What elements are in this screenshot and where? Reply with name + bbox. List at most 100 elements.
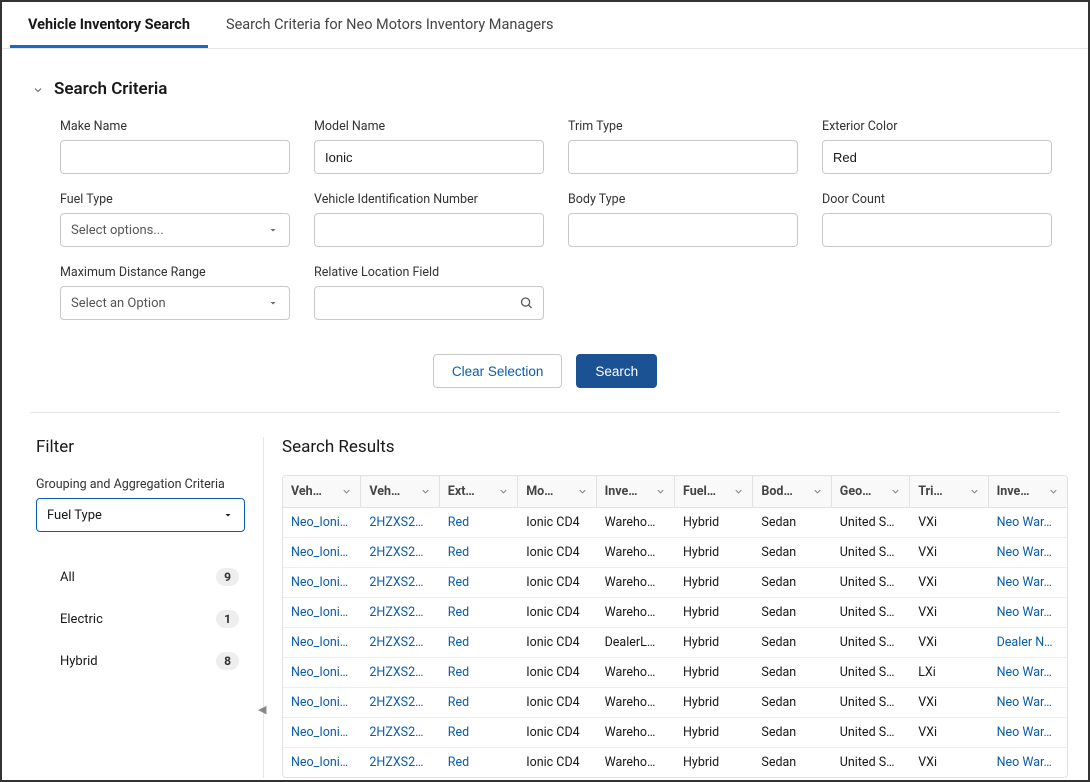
cell-link[interactable]: Neo War… [989,658,1067,687]
collapse-left-icon[interactable]: ◀ [258,703,266,716]
cell-link[interactable]: Neo War… [989,718,1067,747]
column-header[interactable]: Ext… [440,476,518,507]
filter-item-count: 1 [216,610,239,628]
cell-link[interactable]: Neo War… [989,508,1067,537]
cell-link[interactable]: Red [440,628,518,657]
cell-link[interactable]: 2HZXS2… [361,748,439,777]
chevron-down-icon [655,486,666,497]
input-relative-location[interactable] [314,286,544,320]
cell-link[interactable]: Red [440,688,518,717]
filter-item[interactable]: Hybrid8 [36,640,245,682]
filter-item[interactable]: All 9 [36,556,245,598]
column-header-label: Veh… [291,484,322,499]
input-door-count[interactable] [822,213,1052,247]
cell-link[interactable]: Neo_Ioni… [283,538,361,567]
chevron-down-icon [812,486,823,497]
cell-link[interactable]: Dealer N… [989,628,1067,657]
cell-link[interactable]: Red [440,508,518,537]
cell-link[interactable]: Neo War… [989,598,1067,627]
grouping-select[interactable]: Fuel Type [36,498,245,532]
column-header[interactable]: Bod… [753,476,831,507]
cell-link[interactable]: Neo_Ioni… [283,508,361,537]
search-criteria-form: Make Name Model Name Trim Type Exterior … [2,119,1088,330]
results-panel: Search Results Veh…Veh…Ext…Mo…Inve…Fuel…… [264,437,1088,778]
column-header[interactable]: Inve… [989,476,1067,507]
filter-item-count: 9 [216,568,239,586]
column-header-label: Inve… [997,484,1030,499]
filter-item-count: 8 [216,652,239,670]
cell-link[interactable]: 2HZXS2… [361,598,439,627]
table-row: Neo_Ioni…2HZXS2…RedIonic CD4Wareho…Hybri… [283,538,1067,568]
cell-link[interactable]: Neo_Ioni… [283,628,361,657]
cell-link[interactable]: 2HZXS2… [361,568,439,597]
search-button[interactable]: Search [576,354,657,388]
cell-link[interactable]: Red [440,658,518,687]
label-make-name: Make Name [60,119,290,134]
column-header-label: Bod… [761,484,792,499]
cell-text: VXi [910,718,988,747]
select-fuel-type-placeholder: Select options... [71,223,164,238]
column-header[interactable]: Inve… [597,476,675,507]
select-fuel-type[interactable]: Select options... [60,213,290,247]
column-header[interactable]: Geo… [832,476,910,507]
input-make-name[interactable] [60,140,290,174]
cell-link[interactable]: 2HZXS2… [361,688,439,717]
tab-vehicle-inventory-search[interactable]: Vehicle Inventory Search [10,2,208,48]
cell-link[interactable]: Neo_Ioni… [283,688,361,717]
column-header[interactable]: Mo… [518,476,596,507]
cell-link[interactable]: Neo_Ioni… [283,748,361,777]
cell-text: Wareho… [597,538,675,567]
cell-link[interactable]: 2HZXS2… [361,658,439,687]
input-model-name[interactable] [314,140,544,174]
cell-text: Hybrid [675,538,753,567]
column-header-label: Tri… [918,484,942,499]
column-header[interactable]: Tri… [910,476,988,507]
cell-link[interactable]: Red [440,748,518,777]
column-header[interactable]: Veh… [361,476,439,507]
search-criteria-header[interactable]: Search Criteria [2,49,1088,119]
label-max-distance: Maximum Distance Range [60,265,290,280]
column-header[interactable]: Fuel… [675,476,753,507]
select-max-distance-placeholder: Select an Option [71,296,166,311]
tab-search-criteria-neo-motors[interactable]: Search Criteria for Neo Motors Inventory… [208,2,572,48]
cell-link[interactable]: 2HZXS2… [361,508,439,537]
caret-down-icon [267,224,279,236]
cell-link[interactable]: Neo War… [989,538,1067,567]
cell-link[interactable]: Red [440,718,518,747]
input-body-type[interactable] [568,213,798,247]
cell-link[interactable]: Neo War… [989,688,1067,717]
filter-item-label: All [60,570,75,585]
cell-text: United S… [832,748,910,777]
select-max-distance[interactable]: Select an Option [60,286,290,320]
chevron-down-icon [420,486,431,497]
filter-item[interactable]: Electric1 [36,598,245,640]
input-exterior-color[interactable] [822,140,1052,174]
field-fuel-type: Fuel Type Select options... [60,192,290,247]
cell-text: United S… [832,718,910,747]
cell-text: Sedan [753,628,831,657]
cell-text: Ionic CD4 [518,718,596,747]
column-header[interactable]: Veh… [283,476,361,507]
table-row: Neo_Ioni…2HZXS2…RedIonic CD4Wareho…Hybri… [283,718,1067,748]
table-header-row: Veh…Veh…Ext…Mo…Inve…Fuel…Bod…Geo…Tri…Inv… [283,476,1067,508]
input-vin[interactable] [314,213,544,247]
cell-link[interactable]: 2HZXS2… [361,718,439,747]
cell-link[interactable]: Neo War… [989,748,1067,777]
cell-link[interactable]: Neo_Ioni… [283,658,361,687]
cell-link[interactable]: Neo_Ioni… [283,718,361,747]
cell-link[interactable]: 2HZXS2… [361,538,439,567]
clear-selection-button[interactable]: Clear Selection [433,354,563,388]
cell-text: United S… [832,628,910,657]
cell-link[interactable]: 2HZXS2… [361,628,439,657]
cell-link[interactable]: Red [440,598,518,627]
cell-link[interactable]: Neo_Ioni… [283,598,361,627]
cell-link[interactable]: Red [440,538,518,567]
cell-link[interactable]: Neo_Ioni… [283,568,361,597]
column-header-label: Inve… [605,484,638,499]
label-vin: Vehicle Identification Number [314,192,544,207]
cell-link[interactable]: Neo War… [989,568,1067,597]
cell-link[interactable]: Red [440,568,518,597]
cell-text: United S… [832,508,910,537]
input-trim-type[interactable] [568,140,798,174]
cell-text: Sedan [753,688,831,717]
